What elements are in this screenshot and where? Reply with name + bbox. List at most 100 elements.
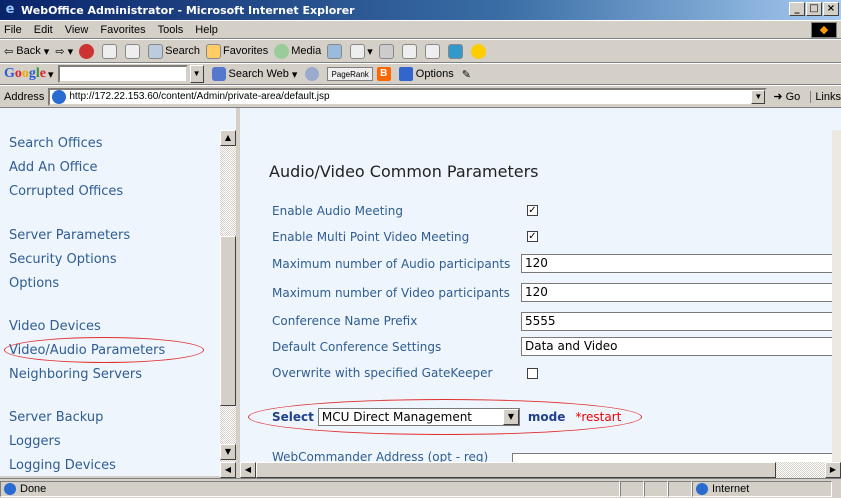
refresh-icon[interactable] (102, 43, 119, 59)
mode-select-row: Select MCU Direct Management ▼ mode *res… (272, 408, 621, 426)
mode-select-chevron-icon[interactable]: ▼ (502, 409, 519, 425)
nav-server-parameters[interactable]: Server Parameters (9, 228, 130, 243)
favorites-button[interactable]: Favorites (205, 43, 269, 59)
left-scroll-down-button[interactable]: ▼ (220, 444, 236, 460)
favorites-icon (205, 43, 221, 59)
nav-search-offices[interactable]: Search Offices (9, 136, 103, 151)
ie-icon: e (5, 2, 15, 17)
select-label: Select (272, 410, 314, 424)
blogger-icon[interactable]: B (376, 67, 391, 81)
nav-corrupted-offices[interactable]: Corrupted Offices (9, 184, 123, 199)
status-cell-3 (644, 480, 668, 497)
scroll-right-button[interactable]: ▶ (825, 462, 841, 478)
yahoo-icon[interactable] (470, 43, 488, 59)
address-dropdown[interactable]: ▼ (751, 89, 766, 104)
label-webcommander-address: WebCommander Address (opt - req) (272, 450, 489, 462)
input-webcommander-address[interactable] (512, 453, 841, 462)
media-icon (274, 43, 290, 59)
search-label: Search (165, 45, 200, 57)
internet-zone-icon (696, 482, 708, 495)
nav-neighboring-servers[interactable]: Neighboring Servers (9, 367, 142, 382)
label-enable-multipoint-video: Enable Multi Point Video Meeting (272, 230, 470, 244)
menu-bar: File Edit View Favorites Tools Help ◆ (0, 20, 841, 39)
search-site-icon[interactable] (305, 67, 320, 81)
checkbox-enable-multipoint-video[interactable]: ✓ (527, 231, 538, 242)
left-nav-frame: Search Offices Add An Office Corrupted O… (0, 108, 236, 476)
input-default-conference-settings[interactable]: Data and Video (521, 337, 841, 356)
media-button[interactable]: Media (274, 43, 321, 59)
menu-favorites[interactable]: Favorites (100, 24, 145, 36)
highlight-icon[interactable]: ✎ (462, 68, 471, 81)
menu-file[interactable]: File (4, 24, 22, 36)
input-max-video-participants[interactable]: 120 (521, 283, 841, 302)
checkbox-enable-audio-meeting[interactable]: ✓ (527, 205, 538, 216)
home-icon[interactable] (125, 43, 142, 59)
menu-view[interactable]: View (65, 24, 89, 36)
address-input[interactable]: http://172.22.153.60/content/Admin/priva… (48, 87, 768, 106)
back-label: Back (16, 45, 41, 57)
nav-loggers[interactable]: Loggers (9, 434, 61, 449)
standard-toolbar: ⇦ Back ▾ ⇨ ▾ Search Favorites Media ▾ (0, 39, 841, 63)
label-overwrite-gatekeeper: Overwrite with specified GateKeeper (272, 366, 493, 380)
options-button[interactable]: Options (398, 67, 454, 81)
scroll-left-button[interactable]: ◀ (240, 462, 256, 478)
discuss-icon[interactable] (424, 43, 442, 59)
search-icon (148, 43, 164, 59)
nav-server-backup[interactable]: Server Backup (9, 410, 103, 425)
stop-icon[interactable] (79, 43, 96, 59)
close-button[interactable]: × (823, 2, 839, 16)
status-text-cell: Done (0, 480, 620, 497)
nav-video-devices[interactable]: Video Devices (9, 319, 101, 334)
page-status-icon (4, 482, 16, 495)
google-search-input[interactable] (57, 65, 188, 83)
mode-select[interactable]: MCU Direct Management ▼ (317, 408, 520, 426)
menu-tools[interactable]: Tools (158, 24, 184, 36)
nav-logging-devices[interactable]: Logging Devices (9, 458, 116, 473)
google-menu-chevron-icon[interactable]: ▾ (48, 68, 54, 81)
left-scrollbar[interactable]: ▲ ▼ (220, 130, 236, 476)
messenger-icon[interactable] (447, 43, 465, 59)
forward-button[interactable]: ⇨ ▾ (55, 45, 73, 58)
status-cell-2 (620, 480, 644, 497)
left-frame-scroll-left-button[interactable]: ◀ (220, 462, 236, 478)
history-icon[interactable] (327, 43, 344, 59)
links-button[interactable]: Links (810, 90, 841, 103)
horizontal-scrollbar[interactable]: ◀ ▶ (240, 462, 841, 478)
mail-icon[interactable]: ▾ (350, 43, 373, 59)
back-button[interactable]: ⇦ Back ▾ (4, 45, 49, 58)
input-max-audio-participants[interactable]: 120 (521, 254, 841, 273)
status-cell-4 (668, 480, 692, 497)
windows-logo-icon: ◆ (811, 22, 837, 38)
restart-note: *restart (575, 410, 622, 424)
nav-security-options[interactable]: Security Options (9, 252, 117, 267)
nav-video-audio-parameters[interactable]: Video/Audio Parameters (9, 343, 165, 358)
address-label: Address (4, 90, 45, 103)
status-bar: Done Internet (0, 478, 841, 498)
status-text: Done (20, 482, 47, 495)
mode-select-value: MCU Direct Management (321, 410, 473, 424)
menu-help[interactable]: Help (195, 24, 218, 36)
google-logo[interactable]: Google (4, 66, 46, 82)
google-search-dropdown[interactable]: ▼ (189, 65, 204, 83)
nav-options[interactable]: Options (9, 276, 59, 291)
edit-icon[interactable] (401, 43, 419, 59)
search-web-button[interactable]: Search Web ▾ (211, 67, 297, 81)
left-scroll-up-button[interactable]: ▲ (220, 130, 236, 146)
right-scrollbar[interactable] (832, 130, 841, 462)
address-toolbar: Address http://172.22.153.60/content/Adm… (0, 85, 841, 108)
left-scroll-thumb[interactable] (220, 236, 236, 406)
pagerank-indicator: PageRank (327, 67, 373, 81)
horizontal-scroll-thumb[interactable] (256, 462, 776, 478)
window-title: WebOffice Administrator - Microsoft Inte… (21, 3, 355, 17)
page-icon (52, 89, 67, 104)
maximize-button[interactable]: □ (806, 2, 822, 16)
minimize-button[interactable]: _ (789, 2, 805, 16)
print-icon[interactable] (378, 43, 396, 59)
go-button[interactable]: ➜ Go (773, 90, 800, 103)
input-conference-name-prefix[interactable]: 5555 (521, 312, 841, 331)
checkbox-overwrite-gatekeeper[interactable] (527, 368, 538, 379)
nav-add-an-office[interactable]: Add An Office (9, 160, 98, 175)
menu-edit[interactable]: Edit (34, 24, 53, 36)
favorites-label: Favorites (222, 45, 269, 57)
search-button[interactable]: Search (148, 43, 200, 59)
